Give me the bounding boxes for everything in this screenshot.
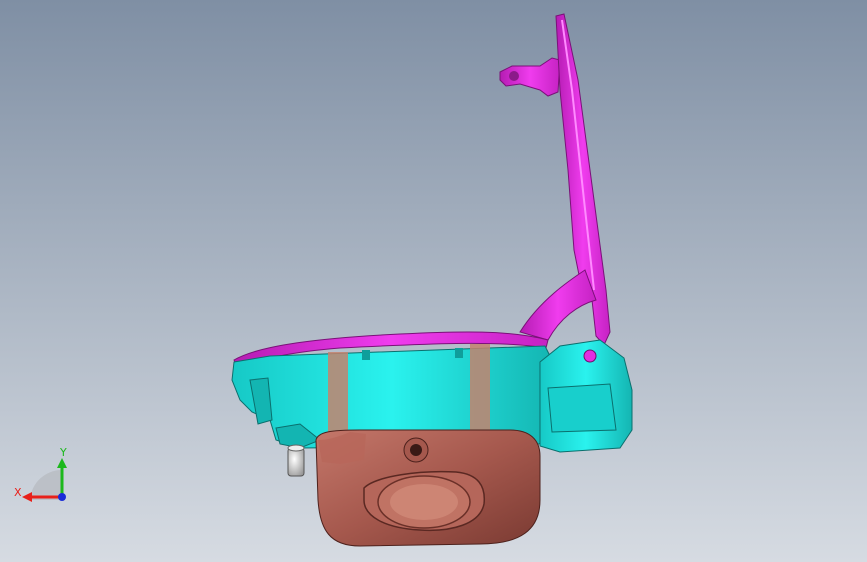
pin[interactable]: [287, 444, 305, 477]
cad-viewport[interactable]: Y X: [0, 0, 867, 562]
motor-cup[interactable]: [315, 429, 541, 547]
y-axis-label: Y: [59, 446, 67, 459]
x-axis-label: X: [14, 486, 22, 499]
model-view[interactable]: Y X: [0, 0, 867, 562]
side-block[interactable]: [539, 339, 633, 453]
z-axis-icon: [58, 493, 66, 501]
